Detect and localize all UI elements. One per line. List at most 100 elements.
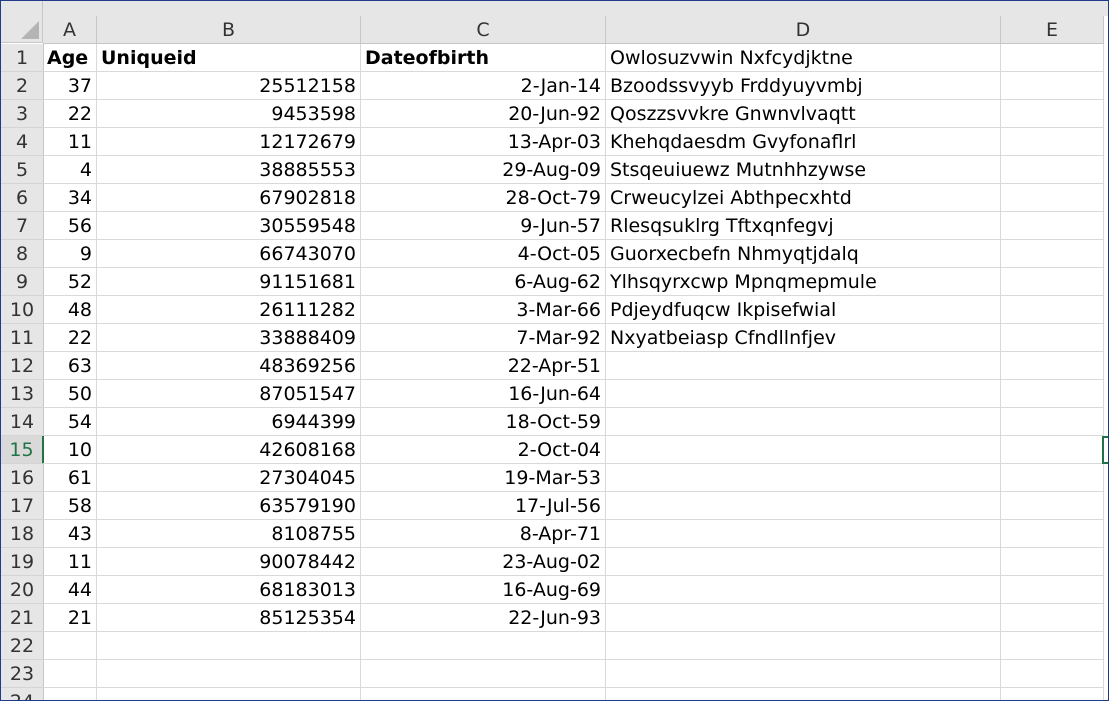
table-cell-name[interactable] [606, 576, 1001, 604]
table-cell-e[interactable] [1001, 156, 1104, 184]
row-header-12[interactable]: 12 [1, 352, 44, 380]
table-cell-age[interactable]: 11 [43, 548, 97, 576]
row-header-23[interactable]: 23 [1, 660, 44, 688]
table-cell-dateofbirth[interactable]: 20-Jun-92 [361, 100, 606, 128]
table-cell-e[interactable] [1001, 268, 1104, 296]
row-header-15[interactable]: 15 [1, 436, 44, 464]
column-header-a[interactable]: A [43, 16, 97, 44]
table-cell-dateofbirth[interactable]: 18-Oct-59 [361, 408, 606, 436]
row-header-21[interactable]: 21 [1, 604, 44, 632]
row-header-19[interactable]: 19 [1, 548, 44, 576]
table-cell-uniqueid[interactable]: 25512158 [97, 72, 361, 100]
table-cell-uniqueid[interactable]: 91151681 [97, 268, 361, 296]
table-cell-name[interactable]: Qoszzsvvkre Gnwnvlvaqtt [606, 100, 1001, 128]
table-cell-dateofbirth[interactable]: 13-Apr-03 [361, 128, 606, 156]
table-cell-age[interactable]: 56 [43, 212, 97, 240]
table-cell-name[interactable] [606, 408, 1001, 436]
table-cell-uniqueid[interactable]: 27304045 [97, 464, 361, 492]
table-cell-uniqueid[interactable]: 63579190 [97, 492, 361, 520]
table-cell-name[interactable] [606, 380, 1001, 408]
table-cell-name[interactable]: Pdjeydfuqcw Ikpisefwial [606, 296, 1001, 324]
table-cell-uniqueid[interactable]: 33888409 [97, 324, 361, 352]
row-header-9[interactable]: 9 [1, 268, 44, 296]
table-cell-age[interactable]: 43 [43, 520, 97, 548]
table-cell-dateofbirth[interactable]: 19-Mar-53 [361, 464, 606, 492]
empty-cell[interactable] [97, 632, 361, 660]
row-header-17[interactable]: 17 [1, 492, 44, 520]
row-header-7[interactable]: 7 [1, 212, 44, 240]
table-cell-age[interactable]: 44 [43, 576, 97, 604]
table-cell-dateofbirth[interactable]: 16-Aug-69 [361, 576, 606, 604]
table-cell-dateofbirth[interactable]: 7-Mar-92 [361, 324, 606, 352]
header-cell-uniqueid[interactable]: Uniqueid [97, 44, 361, 72]
table-cell-uniqueid[interactable]: 38885553 [97, 156, 361, 184]
table-cell-dateofbirth[interactable]: 28-Oct-79 [361, 184, 606, 212]
table-cell-e[interactable] [1001, 72, 1104, 100]
table-cell-name[interactable] [606, 548, 1001, 576]
table-cell-age[interactable]: 21 [43, 604, 97, 632]
row-header-11[interactable]: 11 [1, 324, 44, 352]
table-cell-uniqueid[interactable]: 12172679 [97, 128, 361, 156]
empty-cell[interactable] [361, 688, 606, 700]
table-cell-dateofbirth[interactable]: 2-Oct-04 [361, 436, 606, 464]
empty-cell[interactable] [606, 660, 1001, 688]
table-cell-e[interactable] [1001, 520, 1104, 548]
table-cell-e[interactable] [1001, 212, 1104, 240]
table-cell-e[interactable] [1001, 240, 1104, 268]
row-header-18[interactable]: 18 [1, 520, 44, 548]
table-cell-age[interactable]: 58 [43, 492, 97, 520]
row-header-6[interactable]: 6 [1, 184, 44, 212]
table-cell-name[interactable] [606, 464, 1001, 492]
table-cell-age[interactable]: 11 [43, 128, 97, 156]
column-header-b[interactable]: B [97, 16, 361, 44]
table-cell-dateofbirth[interactable]: 29-Aug-09 [361, 156, 606, 184]
header-cell-age[interactable]: Age [43, 44, 97, 72]
row-header-3[interactable]: 3 [1, 100, 44, 128]
table-cell-name[interactable]: Stsqeuiuewz Mutnhhzywse [606, 156, 1001, 184]
table-cell-uniqueid[interactable]: 30559548 [97, 212, 361, 240]
table-cell-e[interactable] [1001, 184, 1104, 212]
table-cell-e[interactable] [1001, 408, 1104, 436]
table-cell-dateofbirth[interactable]: 22-Jun-93 [361, 604, 606, 632]
column-header-e[interactable]: E [1001, 16, 1104, 44]
empty-cell[interactable] [361, 632, 606, 660]
table-cell-e[interactable] [1001, 604, 1104, 632]
table-cell-uniqueid[interactable]: 66743070 [97, 240, 361, 268]
table-cell-uniqueid[interactable]: 26111282 [97, 296, 361, 324]
empty-cell[interactable] [1001, 660, 1104, 688]
table-cell-uniqueid[interactable]: 68183013 [97, 576, 361, 604]
row-header-16[interactable]: 16 [1, 464, 44, 492]
row-header-4[interactable]: 4 [1, 128, 44, 156]
table-cell-uniqueid[interactable]: 85125354 [97, 604, 361, 632]
table-cell-dateofbirth[interactable]: 9-Jun-57 [361, 212, 606, 240]
table-cell-uniqueid[interactable]: 87051547 [97, 380, 361, 408]
row-header-5[interactable]: 5 [1, 156, 44, 184]
table-cell-dateofbirth[interactable]: 16-Jun-64 [361, 380, 606, 408]
table-cell-age[interactable]: 50 [43, 380, 97, 408]
table-cell-age[interactable]: 4 [43, 156, 97, 184]
row-header-13[interactable]: 13 [1, 380, 44, 408]
table-cell-name[interactable]: Nxyatbeiasp Cfndllnfjev [606, 324, 1001, 352]
table-cell-name[interactable] [606, 352, 1001, 380]
table-cell-uniqueid[interactable]: 8108755 [97, 520, 361, 548]
table-cell-uniqueid[interactable]: 67902818 [97, 184, 361, 212]
table-cell-age[interactable]: 10 [43, 436, 97, 464]
empty-cell[interactable] [1001, 688, 1104, 700]
empty-cell[interactable] [361, 660, 606, 688]
table-cell-name[interactable] [606, 604, 1001, 632]
table-cell-age[interactable]: 63 [43, 352, 97, 380]
table-cell-name[interactable]: Guorxecbefn Nhmyqtjdalq [606, 240, 1001, 268]
table-cell-name[interactable]: Crweucylzei Abthpecxhtd [606, 184, 1001, 212]
table-cell-age[interactable]: 37 [43, 72, 97, 100]
empty-cell[interactable] [43, 660, 97, 688]
table-cell-e[interactable] [1001, 548, 1104, 576]
row-header-10[interactable]: 10 [1, 296, 44, 324]
row-header-2[interactable]: 2 [1, 72, 44, 100]
row-header-20[interactable]: 20 [1, 576, 44, 604]
table-cell-age[interactable]: 61 [43, 464, 97, 492]
table-cell-uniqueid[interactable]: 42608168 [97, 436, 361, 464]
table-cell-dateofbirth[interactable]: 8-Apr-71 [361, 520, 606, 548]
table-cell-age[interactable]: 52 [43, 268, 97, 296]
table-cell-e[interactable] [1001, 380, 1104, 408]
select-all-button[interactable] [1, 1, 43, 43]
